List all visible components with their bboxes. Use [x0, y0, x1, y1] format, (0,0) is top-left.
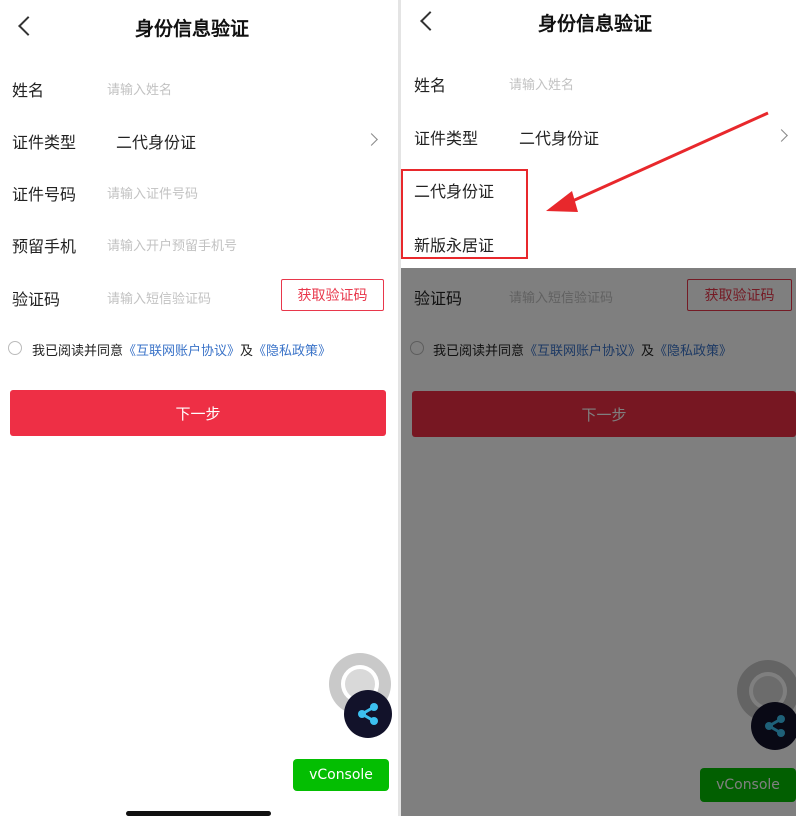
next-button[interactable]: 下一步 [10, 390, 386, 436]
share-glyph [358, 703, 378, 725]
page-title: 身份信息验证 [538, 13, 653, 35]
name-input[interactable]: 请输入姓名 [509, 74, 574, 93]
privacy-policy-link[interactable]: 《隐私政策》 [253, 344, 331, 359]
name-input[interactable]: 请输入姓名 [107, 79, 172, 98]
phone-input[interactable]: 请输入开户预留手机号 [107, 235, 237, 254]
code-input[interactable]: 请输入短信验证码 [107, 288, 211, 307]
chevron-right-icon[interactable] [365, 133, 378, 146]
code-label: 验证码 [12, 290, 61, 309]
name-label: 姓名 [414, 76, 447, 95]
annotation-highlight-box [401, 169, 528, 259]
agree-checkbox[interactable] [8, 341, 22, 355]
agreement-prefix: 我已阅读并同意 [32, 344, 124, 359]
page-title: 身份信息验证 [135, 18, 250, 40]
home-indicator [126, 811, 271, 816]
id-type-label: 证件类型 [414, 129, 479, 148]
get-code-button[interactable]: 获取验证码 [281, 279, 384, 311]
modal-overlay[interactable] [401, 268, 796, 816]
id-type-label: 证件类型 [12, 133, 77, 152]
right-screen: 身份信息验证 姓名 请输入姓名 证件类型 二代身份证 二代身份证 新版永居证 验… [401, 0, 796, 816]
phone-label: 预留手机 [12, 237, 77, 256]
id-number-input[interactable]: 请输入证件号码 [107, 183, 198, 202]
agreement-and: 及 [240, 344, 254, 359]
id-number-label: 证件号码 [12, 185, 77, 204]
agreement-text: 我已阅读并同意《互联网账户协议》及《隐私政策》 [32, 340, 331, 359]
back-icon[interactable] [420, 11, 440, 31]
id-type-select[interactable]: 二代身份证 [116, 129, 196, 153]
name-label: 姓名 [12, 81, 45, 100]
back-icon[interactable] [18, 16, 38, 36]
left-screen: 身份信息验证 姓名 请输入姓名 证件类型 二代身份证 证件号码 请输入证件号码 … [0, 0, 398, 816]
account-agreement-link[interactable]: 《互联网账户协议》 [123, 344, 240, 359]
id-type-select[interactable]: 二代身份证 [519, 125, 599, 149]
chevron-right-icon[interactable] [775, 129, 788, 142]
share-icon[interactable] [344, 690, 392, 738]
vconsole-button[interactable]: vConsole [293, 759, 389, 791]
